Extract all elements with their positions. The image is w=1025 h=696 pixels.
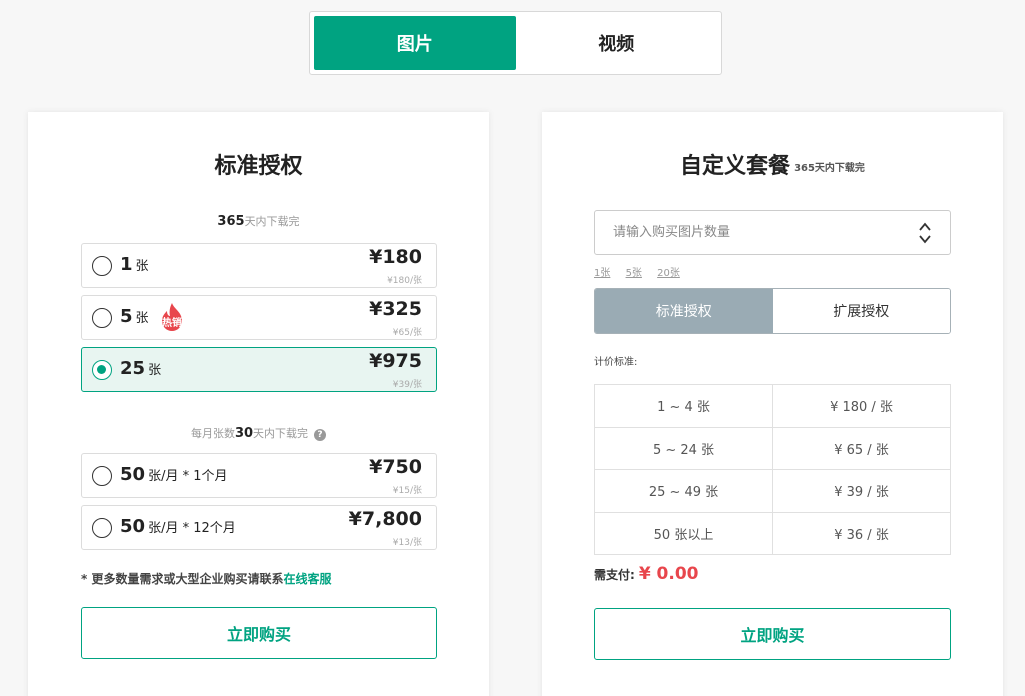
table-row: 5 ~ 24 张 ¥ 65 / 张: [594, 426, 951, 470]
radio-button[interactable]: [92, 308, 112, 328]
radio-button[interactable]: [92, 518, 112, 538]
option-unit-price: ¥15/张: [392, 486, 422, 496]
radio-button[interactable]: [92, 256, 112, 276]
tab-standard-license[interactable]: 标准授权: [595, 289, 773, 333]
pricing-table: 1 ~ 4 张 ¥ 180 / 张 5 ~ 24 张 ¥ 65 / 张 25 ~…: [594, 384, 951, 555]
quick-quantity-links: 1张 5张 20张: [594, 264, 692, 279]
table-row: 50 张以上 ¥ 36 / 张: [594, 511, 951, 555]
license-type-tabs: 标准授权 扩展授权: [594, 288, 951, 334]
option-5-images[interactable]: 5张 热销 ¥325 ¥65/张: [81, 295, 437, 340]
option-price: ¥750: [369, 456, 422, 478]
option-price: ¥7,800: [348, 508, 422, 530]
buy-now-button[interactable]: 立即购买: [81, 607, 437, 659]
help-icon[interactable]: ?: [314, 429, 327, 441]
tab-videos[interactable]: 视频: [516, 16, 718, 70]
option-25-images[interactable]: 25 张 ¥975 ¥39/张: [81, 347, 437, 392]
quantity-input[interactable]: [595, 211, 895, 254]
up-down-arrows-icon[interactable]: [918, 221, 932, 245]
download-period-note: 365天内下载完: [794, 163, 865, 174]
media-type-tabs: 图片 视频: [309, 11, 722, 75]
option-price: ¥975: [369, 350, 422, 372]
hot-sale-badge: 热销: [156, 302, 188, 334]
quantity-stepper[interactable]: [594, 210, 951, 255]
radio-button[interactable]: [92, 466, 112, 486]
total-amount: ¥ 0.00: [638, 564, 699, 584]
monthly-note: 每月张数30天内下载完?: [28, 425, 489, 441]
option-price: ¥325: [369, 298, 422, 320]
option-unit-price: ¥65/张: [392, 328, 422, 338]
download-period-note: 365天内下载完: [217, 214, 300, 229]
total-payment: 需支付: ¥ 0.00: [594, 564, 699, 584]
card-title: 标准授权: [214, 154, 303, 179]
custom-package-card: 自定义套餐365天内下载完 1张 5张 20张 标准授权 扩展授权 计价标准: …: [542, 112, 1003, 696]
option-unit-price: ¥39/张: [392, 380, 422, 390]
more-quantity-note: * 更多数量需求或大型企业购买请联系在线客服: [81, 572, 332, 586]
pricing-label: 计价标准:: [594, 357, 638, 368]
tab-extended-license[interactable]: 扩展授权: [772, 289, 950, 333]
online-support-link[interactable]: 在线客服: [283, 572, 331, 586]
quick-link-20[interactable]: 20张: [657, 268, 680, 279]
quick-link-1[interactable]: 1张: [594, 268, 610, 279]
buy-now-button[interactable]: 立即购买: [594, 608, 951, 660]
tab-images[interactable]: 图片: [314, 16, 516, 70]
option-monthly-1[interactable]: 50 张/月 * 1个月 ¥750 ¥15/张: [81, 453, 437, 498]
option-1-image[interactable]: 1张 ¥180 ¥180/张: [81, 243, 437, 288]
quick-link-5[interactable]: 5张: [626, 268, 642, 279]
radio-button[interactable]: [92, 360, 112, 380]
table-row: 1 ~ 4 张 ¥ 180 / 张: [594, 384, 951, 428]
option-unit-price: ¥13/张: [392, 538, 422, 548]
option-monthly-12[interactable]: 50 张/月 * 12个月 ¥7,800 ¥13/张: [81, 505, 437, 550]
card-title: 自定义套餐 365天内下载完: [680, 154, 865, 179]
table-row: 25 ~ 49 张 ¥ 39 / 张: [594, 469, 951, 513]
standard-license-card: 标准授权 365天内下载完 1张 ¥180 ¥180/张 5张 热销 ¥325 …: [28, 112, 489, 696]
option-price: ¥180: [369, 246, 422, 268]
option-unit-price: ¥180/张: [387, 276, 422, 286]
